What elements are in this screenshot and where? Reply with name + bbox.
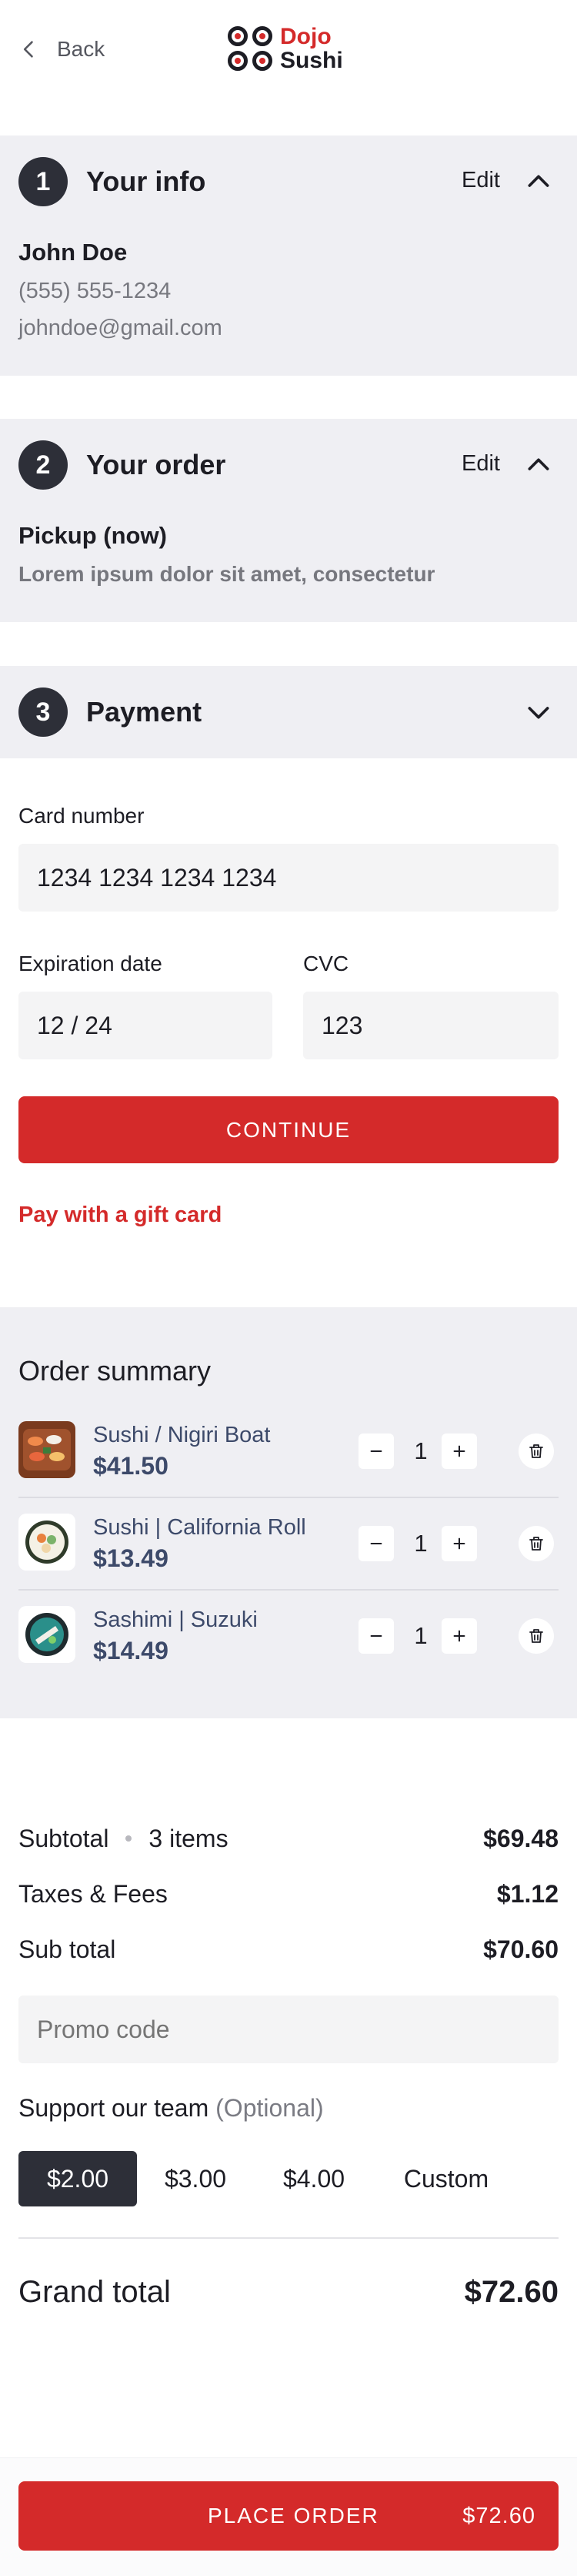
item-quantity: 1 <box>414 1437 428 1464</box>
sub-total-value: $70.60 <box>483 1935 559 1963</box>
step-number-badge: 2 <box>18 440 68 490</box>
order-description: Lorem ipsum dolor sit amet, consectetur <box>18 562 435 586</box>
your-info-section: 1 Your info Edit John Doe (555) 555-1234… <box>0 135 577 376</box>
grand-total-value: $72.60 <box>464 2275 559 2309</box>
separator-dot <box>125 1835 132 1842</box>
your-order-section: 2 Your order Edit Pickup (now) Lorem ips… <box>0 419 577 622</box>
taxes-value: $1.12 <box>496 1880 559 1908</box>
tip-option-custom[interactable]: Custom <box>385 2151 508 2206</box>
your-info-header[interactable]: 1 Your info <box>18 157 205 206</box>
items-count: 3 items <box>148 1825 228 1852</box>
payment-section-header[interactable]: 3 Payment <box>0 666 577 758</box>
customer-email: johndoe@gmail.com <box>18 316 222 340</box>
item-quantity: 1 <box>414 1530 428 1557</box>
chevron-up-icon[interactable] <box>523 450 554 480</box>
item-name: Sashimi | Suzuki <box>93 1607 258 1632</box>
payment-header[interactable]: 3 Payment <box>18 687 202 737</box>
grand-total-row: Grand total $72.60 <box>18 2275 559 2313</box>
increase-quantity-button[interactable] <box>442 1526 477 1561</box>
card-number-input[interactable]: 1234 1234 1234 1234 <box>18 844 559 912</box>
card-number-label: Card number <box>18 804 145 828</box>
order-method: Pickup (now) <box>18 522 167 549</box>
brand-logo: Dojo Sushi <box>228 25 343 72</box>
minus-icon <box>370 1542 382 1545</box>
item-price: $41.50 <box>93 1452 168 1480</box>
plus-icon <box>453 1537 465 1550</box>
place-order-label: PLACE ORDER <box>208 2504 379 2527</box>
item-name: Sushi / Nigiri Boat <box>93 1423 271 1447</box>
gift-card-link[interactable]: Pay with a gift card <box>18 1203 222 1228</box>
support-team-label: Support our team (Optional) <box>18 2094 324 2122</box>
list-item: Sashimi | Suzuki $14.49 1 <box>18 1589 559 1681</box>
top-bar: Back Dojo Sushi <box>0 0 577 100</box>
item-price: $14.49 <box>93 1637 168 1664</box>
sashimi-icon <box>18 1606 75 1663</box>
place-order-button[interactable]: PLACE ORDER $72.60 <box>18 2481 559 2551</box>
expiration-label: Expiration date <box>18 952 162 975</box>
expiration-input[interactable]: 12 / 24 <box>18 992 272 1059</box>
cvc-label: CVC <box>303 952 349 975</box>
list-item: Sushi | California Roll $13.49 1 <box>18 1497 559 1589</box>
order-summary: Order summary Sushi / Nigiri Boat $41.50… <box>0 1307 577 1718</box>
step-number-badge: 3 <box>18 687 68 737</box>
grand-total-label: Grand total <box>18 2275 171 2309</box>
subtotal-value: $69.48 <box>483 1825 559 1852</box>
continue-button[interactable]: CONTINUE <box>18 1096 559 1163</box>
trash-icon <box>529 1444 543 1458</box>
trash-icon <box>529 1629 543 1643</box>
cvc-input[interactable]: 123 <box>303 992 559 1059</box>
tip-option-4[interactable]: $4.00 <box>263 2151 365 2206</box>
subtotal-row: Subtotal 3 items $69.48 <box>18 1825 559 1855</box>
tip-option-2[interactable]: $2.00 <box>18 2151 137 2206</box>
list-item: Sushi / Nigiri Boat $41.50 1 <box>18 1404 559 1497</box>
optional-label: (Optional) <box>215 2094 324 2122</box>
edit-order-link[interactable]: Edit <box>462 451 500 477</box>
sushi-boat-icon <box>18 1421 75 1478</box>
chevron-up-icon[interactable] <box>523 166 554 197</box>
back-button[interactable]: Back <box>18 34 105 65</box>
taxes-row: Taxes & Fees $1.12 <box>18 1880 559 1911</box>
sub-total-label: Sub total <box>18 1935 116 1963</box>
customer-name: John Doe <box>18 239 128 266</box>
chevron-left-icon <box>23 41 33 58</box>
step-number-badge: 1 <box>18 157 68 206</box>
edit-info-link[interactable]: Edit <box>462 168 500 193</box>
chevron-down-icon[interactable] <box>523 697 554 728</box>
subtotal-label: Subtotal <box>18 1825 109 1852</box>
remove-item-button[interactable] <box>519 1618 554 1654</box>
logo-mark-icon <box>228 26 272 71</box>
item-name: Sushi | California Roll <box>93 1515 306 1540</box>
customer-phone: (555) 555-1234 <box>18 279 172 303</box>
section-title: Payment <box>86 696 202 728</box>
increase-quantity-button[interactable] <box>442 1434 477 1469</box>
remove-item-button[interactable] <box>519 1526 554 1561</box>
sub-total-row: Sub total $70.60 <box>18 1935 559 1966</box>
item-quantity: 1 <box>414 1622 428 1649</box>
tip-option-3[interactable]: $3.00 <box>145 2151 246 2206</box>
item-price: $13.49 <box>93 1544 168 1572</box>
place-order-price: $72.60 <box>462 2503 535 2528</box>
decrease-quantity-button[interactable] <box>359 1618 394 1654</box>
section-title: Your info <box>86 166 206 197</box>
divider <box>18 2237 559 2239</box>
checkout-footer: PLACE ORDER $72.60 <box>0 2457 577 2576</box>
trash-icon <box>529 1537 543 1551</box>
order-summary-title: Order summary <box>18 1355 212 1387</box>
increase-quantity-button[interactable] <box>442 1618 477 1654</box>
decrease-quantity-button[interactable] <box>359 1434 394 1469</box>
california-roll-icon <box>18 1514 75 1571</box>
logo-wordmark: Dojo Sushi <box>280 24 343 73</box>
plus-icon <box>453 1630 465 1642</box>
back-label: Back <box>57 37 105 61</box>
remove-item-button[interactable] <box>519 1434 554 1469</box>
taxes-label: Taxes & Fees <box>18 1880 168 1908</box>
minus-icon <box>370 1450 382 1453</box>
section-title: Your order <box>86 449 226 480</box>
plus-icon <box>453 1445 465 1457</box>
decrease-quantity-button[interactable] <box>359 1526 394 1561</box>
your-order-header[interactable]: 2 Your order <box>18 440 225 490</box>
minus-icon <box>370 1634 382 1638</box>
promo-code-input[interactable] <box>18 1996 559 2063</box>
